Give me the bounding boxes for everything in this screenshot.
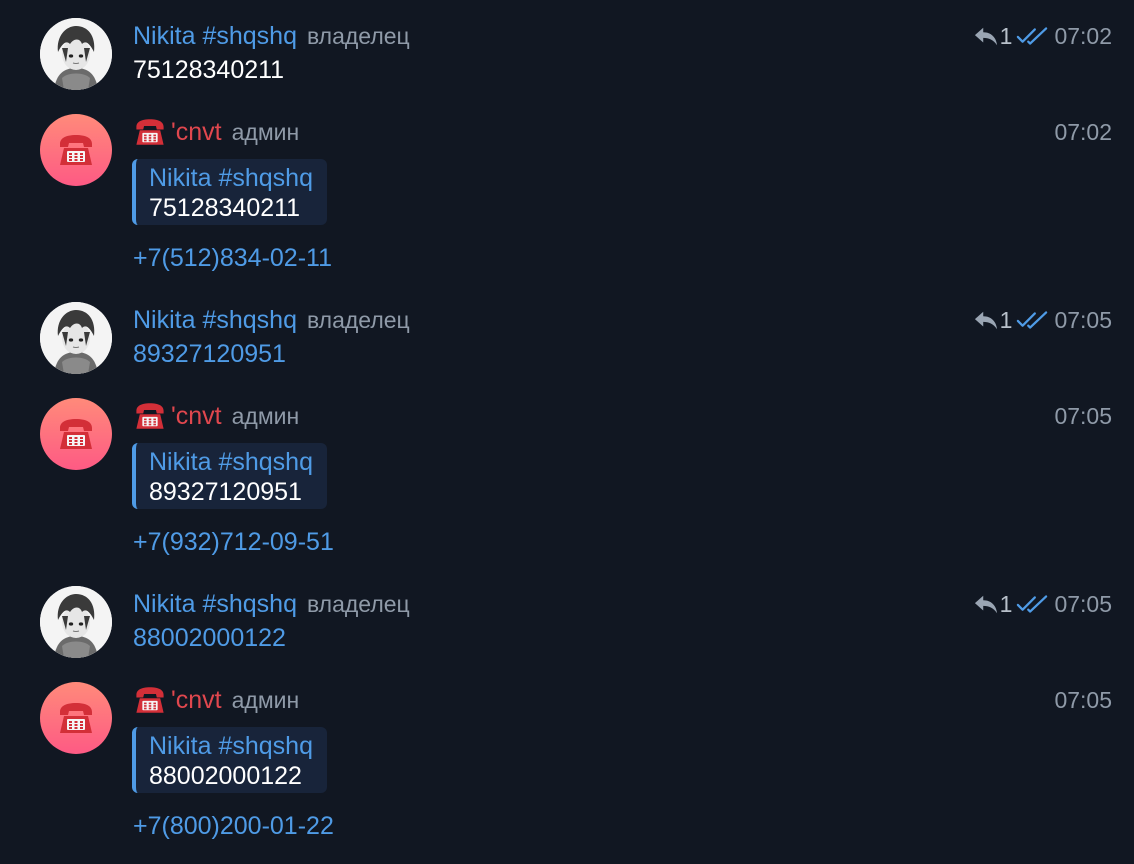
reply-icon[interactable]: [974, 25, 998, 47]
message-time: 07:02: [1054, 22, 1112, 49]
message-time: 07:05: [1054, 306, 1112, 333]
reply-count[interactable]: 1: [1000, 591, 1013, 618]
message-meta: 1 07:02: [974, 21, 1112, 51]
avatar[interactable]: [40, 114, 112, 186]
message-text[interactable]: 88002000122: [133, 624, 286, 653]
role-badge: админ: [231, 402, 300, 429]
message-text: 75128340211: [133, 56, 285, 84]
message-meta: 07:05: [1054, 401, 1112, 431]
author-name[interactable]: Nikita #shqshq: [133, 590, 297, 619]
double-check-icon: [1016, 310, 1048, 330]
reply-icon[interactable]: [974, 309, 998, 331]
avatar[interactable]: [40, 398, 112, 470]
role-badge: админ: [231, 118, 300, 145]
telephone-emoji-icon: [133, 399, 167, 433]
message-time: 07:05: [1054, 590, 1112, 617]
message-time: 07:02: [1054, 118, 1112, 145]
message-time: 07:05: [1054, 402, 1112, 429]
reply-quote[interactable]: Nikita #shqshq 88002000122: [132, 727, 327, 793]
reply-quote[interactable]: Nikita #shqshq 89327120951: [132, 443, 327, 509]
message-header: 'cnvt админ: [133, 117, 299, 147]
phone-number-link[interactable]: +7(512)834-02-11: [133, 244, 332, 273]
role-badge: владелец: [306, 306, 410, 333]
message-header: Nikita #shqshq владелец: [133, 589, 410, 619]
message-meta: 07:05: [1054, 685, 1112, 715]
author-name[interactable]: Nikita #shqshq: [133, 22, 297, 51]
quote-text: 75128340211: [149, 194, 301, 222]
double-check-icon: [1016, 594, 1048, 614]
user-avatar-icon: [40, 18, 112, 90]
message-time: 07:05: [1054, 686, 1112, 713]
message-meta: 07:02: [1054, 117, 1112, 147]
quote-author: Nikita #shqshq: [149, 164, 313, 192]
message-header: Nikita #shqshq владелец: [133, 21, 410, 51]
avatar[interactable]: [40, 586, 112, 658]
phone-number-link[interactable]: +7(932)712-09-51: [133, 528, 334, 557]
reply-count[interactable]: 1: [1000, 307, 1013, 334]
role-badge: владелец: [306, 22, 410, 49]
telephone-emoji-icon: [133, 115, 167, 149]
message-meta: 1 07:05: [974, 305, 1112, 335]
telephone-icon: [56, 414, 96, 454]
quote-text: 89327120951: [149, 478, 302, 506]
reply-quote[interactable]: Nikita #shqshq 75128340211: [132, 159, 327, 225]
author-name[interactable]: 'cnvt: [171, 686, 222, 715]
author-name[interactable]: 'cnvt: [171, 402, 222, 431]
message-text[interactable]: 89327120951: [133, 340, 286, 369]
role-badge: владелец: [306, 590, 410, 617]
message-header: 'cnvt админ: [133, 685, 299, 715]
telephone-icon: [56, 698, 96, 738]
telephone-icon: [56, 130, 96, 170]
role-badge: админ: [231, 686, 300, 713]
message-header: 'cnvt админ: [133, 401, 299, 431]
quote-text: 88002000122: [149, 762, 302, 790]
avatar[interactable]: [40, 682, 112, 754]
message-header: Nikita #shqshq владелец: [133, 305, 410, 335]
author-name[interactable]: Nikita #shqshq: [133, 306, 297, 335]
user-avatar-icon: [40, 586, 112, 658]
reply-count[interactable]: 1: [1000, 23, 1013, 50]
phone-number-link[interactable]: +7(800)200-01-22: [133, 812, 334, 841]
reply-icon[interactable]: [974, 593, 998, 615]
telephone-emoji-icon: [133, 683, 167, 717]
avatar[interactable]: [40, 18, 112, 90]
user-avatar-icon: [40, 302, 112, 374]
quote-author: Nikita #shqshq: [149, 732, 313, 760]
double-check-icon: [1016, 26, 1048, 46]
author-name[interactable]: 'cnvt: [171, 118, 222, 147]
quote-author: Nikita #shqshq: [149, 448, 313, 476]
message-meta: 1 07:05: [974, 589, 1112, 619]
avatar[interactable]: [40, 302, 112, 374]
